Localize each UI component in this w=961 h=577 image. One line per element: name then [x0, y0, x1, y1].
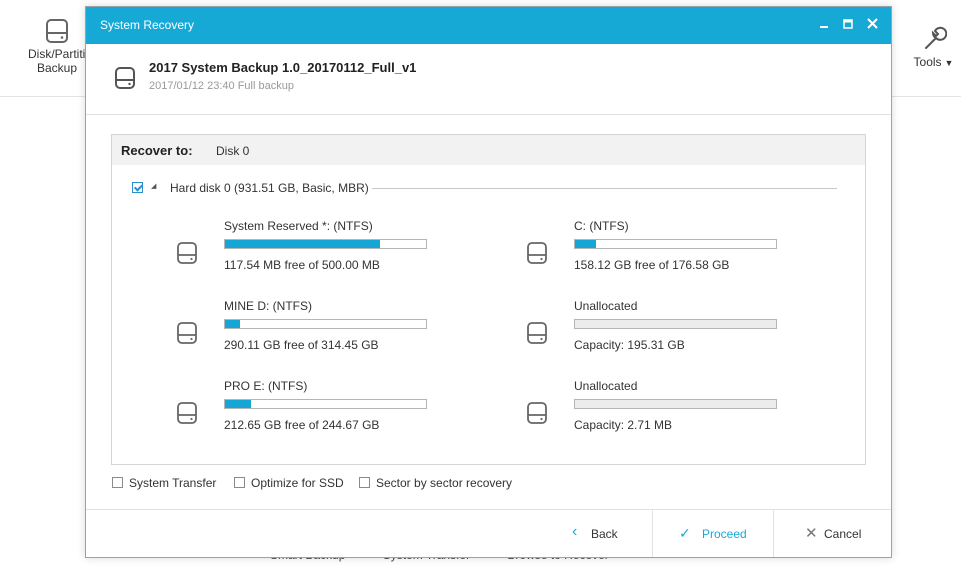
header-divider	[86, 114, 891, 115]
sector-by-sector-checkbox[interactable]	[359, 477, 370, 488]
partition-pro-e[interactable]: PRO E: (NTFS) 212.65 GB free of 244.67 G…	[176, 379, 436, 439]
partition-c[interactable]: C: (NTFS) 158.12 GB free of 176.58 GB	[526, 219, 786, 279]
dialog-titlebar: System Recovery	[86, 7, 891, 44]
maximize-icon	[843, 19, 853, 29]
cancel-label: Cancel	[824, 527, 862, 541]
hard-disk-row: ◢ Hard disk 0 (931.51 GB, Basic, MBR)	[132, 181, 837, 197]
backup-meta: 2017/01/12 23:40 Full backup	[149, 80, 294, 92]
partition-unallocated-2[interactable]: Unallocated Capacity: 2.71 MB	[526, 379, 786, 439]
drive-icon	[115, 67, 135, 89]
partition-info: 117.54 MB free of 500.00 MB	[224, 258, 380, 272]
chevron-left-icon: ‹	[572, 523, 578, 540]
minimize-button[interactable]	[814, 15, 834, 35]
partition-info: Capacity: 2.71 MB	[574, 418, 673, 432]
partition-name: Unallocated	[574, 379, 638, 393]
partition-info: Capacity: 195.31 GB	[574, 338, 685, 352]
usage-bar	[224, 399, 427, 409]
drive-icon	[177, 322, 197, 344]
hard-disk-divider	[372, 188, 837, 189]
drive-icon	[527, 402, 547, 424]
partition-system-reserved[interactable]: System Reserved *: (NTFS) 117.54 MB free…	[176, 219, 436, 279]
drive-icon	[527, 322, 547, 344]
usage-bar	[224, 239, 427, 249]
drive-icon	[177, 242, 197, 264]
recover-to-label: Recover to:	[121, 143, 193, 158]
checkmark-icon: ✓	[679, 525, 691, 541]
partition-name: C: (NTFS)	[574, 219, 629, 233]
usage-fill	[225, 240, 380, 248]
hard-disk-checkbox[interactable]	[132, 182, 143, 193]
chevron-down-icon: ▼	[944, 58, 954, 68]
backup-name: 2017 System Backup 1.0_20170112_Full_v1	[149, 60, 417, 75]
back-label: Back	[591, 527, 618, 541]
wrench-icon	[924, 26, 947, 49]
optimize-ssd-label: Optimize for SSD	[251, 476, 344, 490]
cancel-button[interactable]: ✕ Cancel	[772, 510, 891, 557]
system-transfer-checkbox[interactable]	[112, 477, 123, 488]
system-transfer-label: System Transfer	[129, 476, 217, 490]
close-icon: ✕	[805, 525, 818, 542]
drive-icon	[46, 19, 68, 43]
optimize-ssd-checkbox[interactable]	[234, 477, 245, 488]
partition-info: 158.12 GB free of 176.58 GB	[574, 258, 730, 272]
usage-fill	[225, 320, 240, 328]
dialog-title: System Recovery	[100, 18, 195, 32]
partition-name: System Reserved *: (NTFS)	[224, 219, 373, 233]
usage-bar	[574, 319, 777, 329]
backup-header: 2017 System Backup 1.0_20170112_Full_v1 …	[86, 44, 891, 114]
usage-fill	[225, 400, 251, 408]
partition-name: MINE D: (NTFS)	[224, 299, 312, 313]
recover-to-value: Disk 0	[216, 144, 250, 158]
usage-fill	[575, 240, 596, 248]
proceed-button[interactable]: ✓ Proceed	[652, 510, 774, 557]
minimize-icon	[820, 26, 828, 28]
partition-unallocated-1[interactable]: Unallocated Capacity: 195.31 GB	[526, 299, 786, 359]
recover-to-panel: Recover to: Disk 0 ◢ Hard disk 0 (931.51…	[111, 134, 866, 465]
close-icon	[866, 18, 878, 29]
tools-label: Tools	[913, 55, 942, 69]
dialog-footer: ‹ Back ✓ Proceed ✕ Cancel	[86, 510, 891, 557]
system-recovery-dialog: System Recovery 2017 System Backup 1.0_2…	[85, 6, 892, 558]
expand-triangle-icon[interactable]: ◢	[151, 182, 156, 190]
disk-partition-backup-tool[interactable]: Disk/Partition Backup	[28, 18, 86, 75]
partition-info: 212.65 GB free of 244.67 GB	[224, 418, 380, 432]
partition-mine-d[interactable]: MINE D: (NTFS) 290.11 GB free of 314.45 …	[176, 299, 436, 359]
usage-bar	[574, 239, 777, 249]
partition-name: PRO E: (NTFS)	[224, 379, 308, 393]
maximize-button[interactable]	[838, 15, 858, 35]
proceed-label: Proceed	[702, 527, 747, 541]
partition-name: Unallocated	[574, 299, 638, 313]
sector-by-sector-label: Sector by sector recovery	[376, 476, 513, 490]
disk-partition-backup-label: Disk/Partition Backup	[28, 47, 86, 75]
close-button[interactable]	[862, 15, 882, 35]
partition-info: 290.11 GB free of 314.45 GB	[224, 338, 379, 352]
usage-bar	[574, 399, 777, 409]
drive-icon	[177, 402, 197, 424]
drive-icon	[527, 242, 547, 264]
tools-menu[interactable]: Tools ▼	[906, 26, 961, 70]
back-button[interactable]: ‹ Back	[567, 510, 652, 557]
recover-to-header: Recover to: Disk 0	[112, 135, 865, 165]
usage-bar	[224, 319, 427, 329]
hard-disk-label: Hard disk 0 (931.51 GB, Basic, MBR)	[170, 181, 369, 195]
